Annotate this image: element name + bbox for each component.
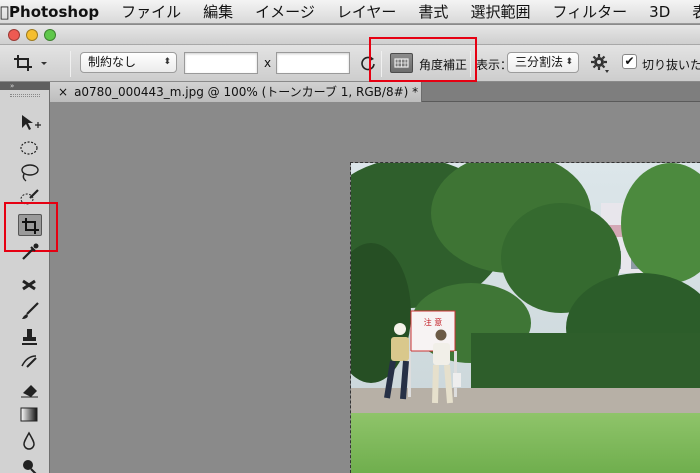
document-tab[interactable]: × a0780_000443_m.jpg @ 100% (トーンカーブ 1, RG… bbox=[50, 82, 422, 102]
crop-settings-button[interactable] bbox=[590, 53, 612, 78]
select-arrows-icon: ⬍ bbox=[163, 57, 171, 67]
move-icon bbox=[22, 115, 41, 130]
apple-menu-icon[interactable]:  bbox=[0, 3, 9, 21]
dodge-icon bbox=[23, 460, 37, 473]
brush-tool[interactable] bbox=[18, 300, 42, 322]
window-title-bar bbox=[0, 25, 700, 45]
gear-icon bbox=[591, 54, 609, 73]
crop-height-field[interactable] bbox=[276, 52, 350, 74]
document-canvas[interactable]: 注 意 bbox=[350, 162, 700, 473]
bandage-icon bbox=[22, 279, 36, 291]
tool-preset-picker[interactable] bbox=[10, 52, 62, 74]
options-separator bbox=[70, 51, 71, 77]
aspect-ratio-select[interactable]: 制約なし ⬍ bbox=[80, 52, 177, 73]
eraser-icon bbox=[21, 385, 38, 398]
document-tab-title: a0780_000443_m.jpg @ 100% (トーンカーブ 1, RGB… bbox=[74, 85, 419, 99]
move-tool[interactable] bbox=[18, 111, 42, 133]
menu-image[interactable]: イメージ bbox=[255, 1, 315, 22]
app-menu[interactable]: Photoshop bbox=[9, 3, 99, 21]
dodge-tool[interactable] bbox=[18, 456, 42, 473]
eyedropper-tool[interactable] bbox=[18, 240, 42, 262]
panel-grip[interactable] bbox=[10, 94, 40, 97]
lasso-tool[interactable] bbox=[18, 162, 42, 184]
close-tab-icon[interactable]: × bbox=[58, 85, 68, 99]
crop-width-field[interactable] bbox=[184, 52, 258, 74]
stamp-icon bbox=[22, 329, 37, 345]
sign-text: 注 意 bbox=[424, 317, 443, 327]
eyedropper-icon bbox=[22, 243, 39, 260]
checkmark-icon: ✔ bbox=[624, 54, 635, 68]
menu-edit[interactable]: 編集 bbox=[203, 1, 233, 22]
elliptical-marquee-icon bbox=[20, 141, 38, 155]
history-brush-icon bbox=[21, 355, 37, 368]
select-arrows-icon: ⬍ bbox=[565, 57, 573, 67]
menu-filter[interactable]: フィルター bbox=[552, 1, 627, 22]
highlight-box-straighten bbox=[369, 37, 477, 82]
tools-panel: » bbox=[0, 82, 58, 473]
eraser-tool[interactable] bbox=[18, 378, 42, 400]
park-photo: 注 意 bbox=[351, 163, 700, 473]
overlay-select[interactable]: 三分割法 ⬍ bbox=[507, 52, 579, 73]
healing-brush-tool[interactable] bbox=[18, 274, 42, 296]
zoom-window-button[interactable] bbox=[44, 29, 56, 41]
overlay-value: 三分割法 bbox=[515, 55, 564, 69]
menu-type[interactable]: 書式 bbox=[418, 1, 448, 22]
menu-view[interactable]: 表示 bbox=[692, 1, 700, 22]
collapse-icon: » bbox=[10, 82, 15, 90]
history-brush-tool[interactable] bbox=[18, 352, 42, 374]
menu-bar:  Photoshop ファイル 編集 イメージ レイヤー 書式 選択範囲 フィ… bbox=[0, 0, 700, 24]
marquee-tool[interactable] bbox=[18, 137, 42, 159]
tools-panel-header[interactable]: » bbox=[0, 82, 50, 90]
minimize-window-button[interactable] bbox=[26, 29, 38, 41]
delete-cropped-checkbox[interactable]: ✔ bbox=[622, 54, 637, 69]
times-label: x bbox=[264, 56, 272, 70]
lasso-icon bbox=[21, 164, 39, 182]
clone-stamp-tool[interactable] bbox=[18, 326, 42, 348]
gradient-icon bbox=[20, 407, 38, 422]
delete-cropped-label: 切り抜いた bbox=[642, 58, 700, 72]
document-tab-bar: × a0780_000443_m.jpg @ 100% (トーンカーブ 1, RG… bbox=[50, 82, 700, 102]
menu-layer[interactable]: レイヤー bbox=[337, 1, 397, 22]
crop-icon bbox=[14, 55, 47, 71]
close-window-button[interactable] bbox=[8, 29, 20, 41]
menu-file[interactable]: ファイル bbox=[121, 1, 181, 22]
gradient-tool[interactable] bbox=[18, 404, 42, 426]
menu-select[interactable]: 選択範囲 bbox=[470, 1, 530, 22]
blur-tool[interactable] bbox=[18, 430, 42, 452]
drop-icon bbox=[23, 431, 35, 450]
aspect-ratio-value: 制約なし bbox=[88, 55, 137, 69]
menu-3d[interactable]: 3D bbox=[649, 3, 670, 21]
brush-icon bbox=[22, 302, 39, 319]
options-bar: 制約なし ⬍ x 角度補正 表示： 三分割法 ⬍ ✔ 切り抜いた bbox=[0, 37, 700, 82]
